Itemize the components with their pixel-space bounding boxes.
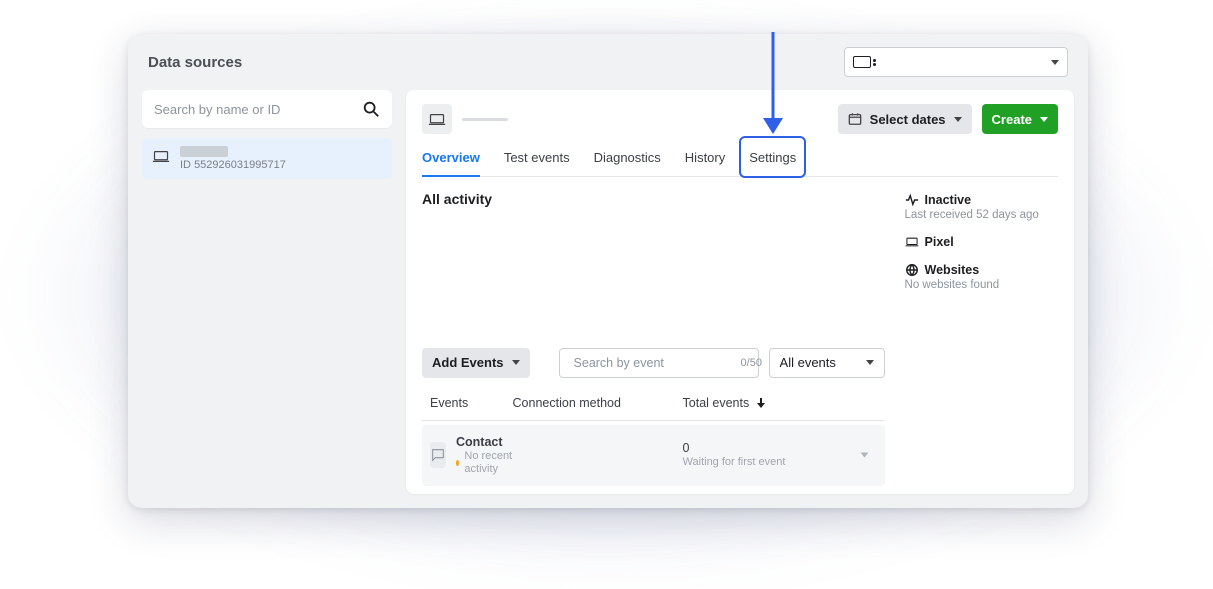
header-bar: Data sources <box>128 34 1088 90</box>
pixel-icon <box>152 150 170 163</box>
source-icon-chip <box>422 104 452 134</box>
page-title: Data sources <box>148 54 242 71</box>
create-button[interactable]: Create <box>982 104 1058 134</box>
tab-settings[interactable]: Settings <box>749 142 796 176</box>
source-item[interactable]: ID 552926031995717 <box>142 138 392 179</box>
main-panel: Select dates Create Overview Test events… <box>406 90 1074 494</box>
main-header: Select dates Create <box>422 104 1058 142</box>
chevron-down-icon <box>1051 60 1059 65</box>
tabs: Overview Test events Diagnostics History… <box>422 142 1058 177</box>
tab-diagnostics[interactable]: Diagnostics <box>594 142 661 176</box>
source-title <box>462 118 508 121</box>
chevron-down-icon <box>1040 117 1048 122</box>
event-search-input[interactable] <box>574 356 735 370</box>
status-sidebar: Inactive Last received 52 days ago Pixel <box>905 191 1058 486</box>
event-search[interactable]: 0/50 <box>559 348 759 378</box>
event-row[interactable]: Contact No recent activity 0 <box>422 425 885 486</box>
status-inactive-label: Inactive <box>925 193 972 207</box>
event-total: 0 <box>683 441 853 456</box>
event-filter-select[interactable]: All events <box>769 348 885 378</box>
account-selector[interactable] <box>844 47 1068 77</box>
sidebar-search[interactable] <box>142 90 392 128</box>
chevron-down-icon <box>512 360 520 365</box>
chevron-down-icon <box>954 117 962 122</box>
source-id: ID 552926031995717 <box>180 159 286 171</box>
events-table-header: Events Connection method Total events <box>422 386 885 421</box>
sidebar-search-input[interactable] <box>154 102 362 117</box>
globe-icon <box>905 263 919 277</box>
event-search-counter: 0/50 <box>741 357 762 369</box>
col-events: Events <box>430 396 513 410</box>
pixel-icon <box>905 235 919 249</box>
select-dates-label: Select dates <box>870 112 946 127</box>
chat-icon <box>430 447 446 463</box>
col-total-events[interactable]: Total events <box>683 396 853 410</box>
create-label: Create <box>992 112 1032 127</box>
account-icon <box>853 56 871 68</box>
tab-overview[interactable]: Overview <box>422 142 480 177</box>
add-events-label: Add Events <box>432 355 504 370</box>
chevron-down-icon <box>866 360 874 365</box>
search-icon <box>362 100 380 118</box>
status-dot-icon <box>456 460 459 466</box>
sidebar: ID 552926031995717 <box>142 90 392 494</box>
tab-history[interactable]: History <box>685 142 725 176</box>
activity-icon <box>905 193 919 207</box>
tab-test-events[interactable]: Test events <box>504 142 570 176</box>
sort-descending-icon <box>757 398 765 408</box>
event-subtext: No recent activity <box>464 450 512 476</box>
source-list: ID 552926031995717 <box>142 138 392 179</box>
event-total-sub: Waiting for first event <box>683 456 853 469</box>
status-websites-label: Websites <box>925 263 980 277</box>
event-chip <box>430 442 446 468</box>
col-connection-method: Connection method <box>513 396 683 410</box>
event-name: Contact <box>456 435 513 450</box>
status-websites-sub: No websites found <box>905 279 1058 291</box>
event-filter-label: All events <box>780 355 836 370</box>
add-events-button[interactable]: Add Events <box>422 348 530 378</box>
select-dates-button[interactable]: Select dates <box>838 104 972 134</box>
status-last-received: Last received 52 days ago <box>905 209 1058 221</box>
pixel-icon <box>428 113 446 126</box>
calendar-icon <box>848 112 862 126</box>
source-name <box>180 146 228 157</box>
chevron-down-icon <box>861 453 869 458</box>
app-window: Data sources <box>128 34 1088 508</box>
status-pixel-label: Pixel <box>925 235 954 249</box>
all-activity-heading: All activity <box>422 191 885 207</box>
